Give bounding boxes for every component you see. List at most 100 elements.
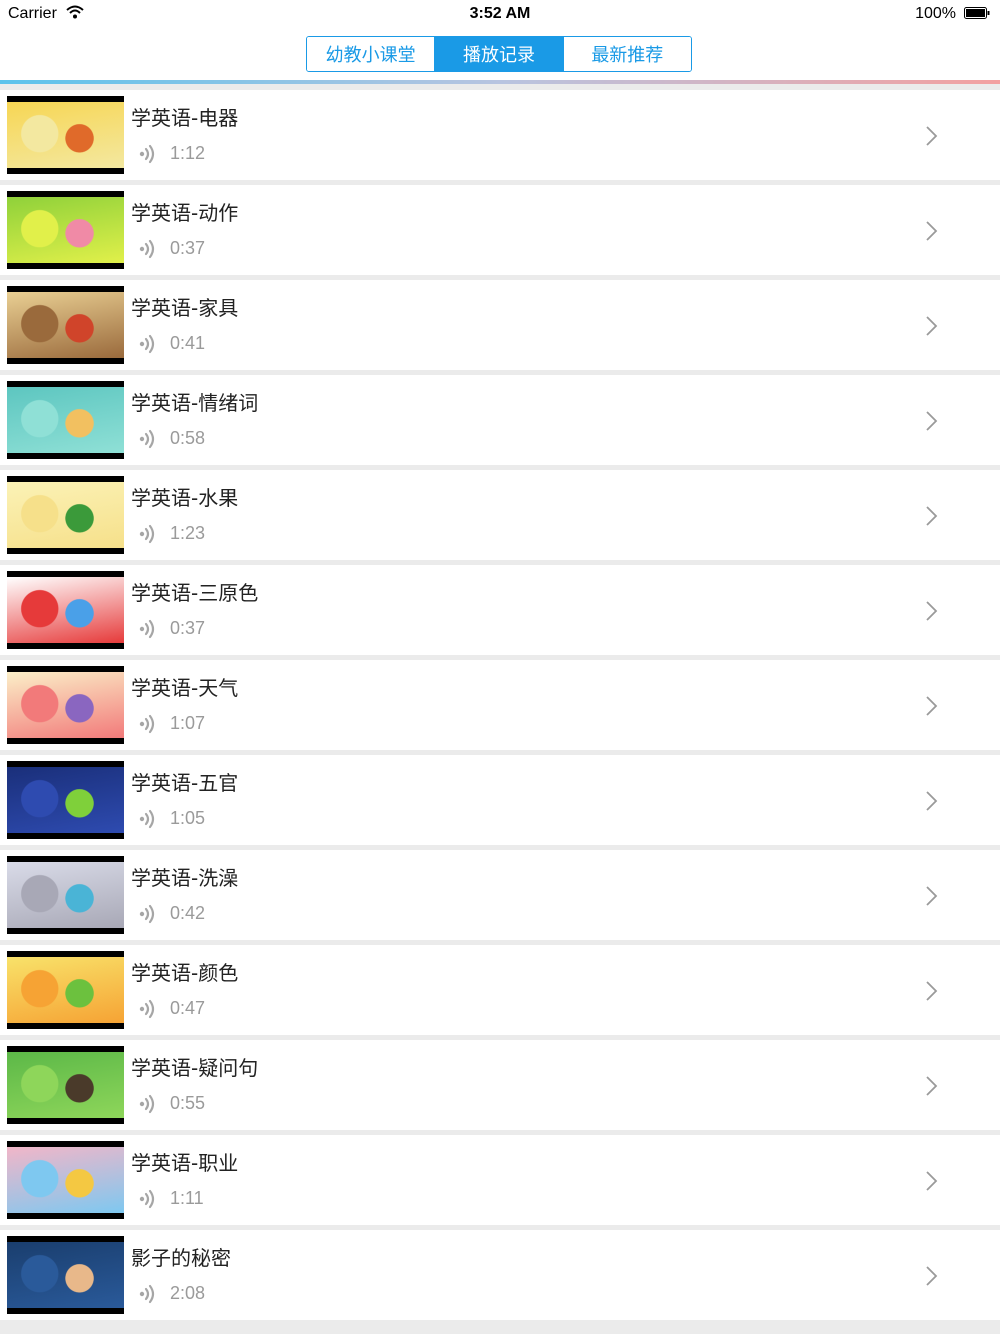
chevron-right-icon — [926, 981, 938, 1001]
video-thumbnail — [7, 1236, 124, 1314]
audio-icon — [139, 429, 155, 449]
video-title: 影子的秘密 — [131, 1246, 231, 1270]
video-duration: 2:08 — [170, 1283, 206, 1303]
video-duration: 0:47 — [170, 998, 206, 1018]
audio-icon — [139, 1094, 155, 1114]
battery-percentage: 100% — [915, 5, 956, 22]
video-title: 学英语-电器 — [131, 106, 239, 130]
video-duration: 0:37 — [170, 238, 206, 258]
tab-latest-recommendations[interactable]: 最新推荐 — [562, 37, 691, 71]
video-thumbnail — [7, 856, 124, 934]
video-title: 学英语-职业 — [131, 1151, 239, 1175]
list-item[interactable]: 影子的秘密 2:08 — [0, 1230, 1000, 1320]
thumbnail-image — [7, 1242, 124, 1308]
chevron-right-icon — [926, 506, 938, 526]
list-item[interactable]: 学英语-疑问句 0:55 — [0, 1040, 1000, 1130]
tab-kindergarten-class[interactable]: 幼教小课堂 — [307, 37, 435, 71]
audio-icon — [139, 239, 155, 259]
video-duration: 0:37 — [170, 618, 206, 638]
status-time: 3:52 AM — [469, 5, 531, 22]
video-thumbnail — [7, 761, 124, 839]
video-thumbnail — [7, 96, 124, 174]
video-thumbnail — [7, 191, 124, 269]
video-duration: 0:41 — [170, 333, 206, 353]
list-item[interactable]: 学英语-家具 0:41 — [0, 280, 1000, 370]
video-thumbnail — [7, 381, 124, 459]
chevron-right-icon — [926, 696, 938, 716]
audio-icon — [139, 144, 155, 164]
video-thumbnail — [7, 951, 124, 1029]
audio-icon — [139, 904, 155, 924]
chevron-right-icon — [926, 601, 938, 621]
video-duration: 1:11 — [170, 1188, 204, 1208]
thumbnail-image — [7, 672, 124, 738]
video-duration: 1:23 — [170, 523, 206, 543]
video-title: 学英语-动作 — [131, 201, 239, 225]
list-item[interactable]: 学英语-五官 1:05 — [0, 755, 1000, 845]
chevron-right-icon — [926, 791, 938, 811]
list-item[interactable]: 学英语-情绪词 0:58 — [0, 375, 1000, 465]
list-item[interactable]: 学英语-颜色 0:47 — [0, 945, 1000, 1035]
video-title: 学英语-情绪词 — [131, 391, 259, 415]
chevron-right-icon — [926, 411, 938, 431]
thumbnail-image — [7, 577, 124, 643]
chevron-right-icon — [926, 886, 938, 906]
video-duration: 0:42 — [170, 903, 206, 923]
audio-icon — [139, 1189, 155, 1209]
audio-icon — [139, 714, 155, 734]
status-bar: Carrier 3:52 AM 100% — [0, 0, 1000, 28]
video-duration: 0:55 — [170, 1093, 206, 1113]
thumbnail-image — [7, 292, 124, 358]
video-title: 学英语-疑问句 — [131, 1056, 259, 1080]
list-item[interactable]: 学英语-职业 1:11 — [0, 1135, 1000, 1225]
list-item[interactable]: 学英语-水果 1:23 — [0, 470, 1000, 560]
video-thumbnail — [7, 571, 124, 649]
video-thumbnail — [7, 666, 124, 744]
chevron-right-icon — [926, 316, 938, 336]
chevron-right-icon — [926, 126, 938, 146]
list-item[interactable]: 学英语-三原色 0:37 — [0, 565, 1000, 655]
video-thumbnail — [7, 476, 124, 554]
chevron-right-icon — [926, 1266, 938, 1286]
audio-icon — [139, 999, 155, 1019]
thumbnail-image — [7, 387, 124, 453]
chevron-right-icon — [926, 221, 938, 241]
navigation-bar: 幼教小课堂 播放记录 最新推荐 — [0, 28, 1000, 80]
video-title: 学英语-天气 — [131, 676, 239, 700]
video-duration: 0:58 — [170, 428, 206, 448]
list-item[interactable]: 学英语-天气 1:07 — [0, 660, 1000, 750]
video-title: 学英语-五官 — [131, 771, 239, 795]
thumbnail-image — [7, 197, 124, 263]
video-thumbnail — [7, 286, 124, 364]
nav-divider — [0, 80, 1000, 84]
video-title: 学英语-颜色 — [131, 961, 239, 985]
thumbnail-image — [7, 1147, 124, 1213]
video-title: 学英语-水果 — [131, 486, 239, 510]
video-title: 学英语-家具 — [131, 296, 239, 320]
thumbnail-image — [7, 1052, 124, 1118]
history-list: 学英语-电器 1:12 学英语-动作 0:37 学英语-家具 0:41 学英语-情绪词 0:5… — [0, 90, 1000, 1325]
thumbnail-image — [7, 862, 124, 928]
tab-play-history[interactable]: 播放记录 — [434, 37, 563, 71]
thumbnail-image — [7, 482, 124, 548]
video-title: 学英语-洗澡 — [131, 866, 239, 890]
audio-icon — [139, 524, 155, 544]
audio-icon — [139, 1284, 155, 1304]
video-thumbnail — [7, 1141, 124, 1219]
thumbnail-image — [7, 957, 124, 1023]
video-duration: 1:05 — [170, 808, 206, 828]
list-item[interactable]: 学英语-洗澡 0:42 — [0, 850, 1000, 940]
video-duration: 1:07 — [170, 713, 206, 733]
list-item[interactable]: 学英语-电器 1:12 — [0, 90, 1000, 180]
segmented-control: 幼教小课堂 播放记录 最新推荐 — [306, 36, 692, 72]
audio-icon — [139, 619, 155, 639]
thumbnail-image — [7, 102, 124, 168]
list-item[interactable]: 学英语-动作 0:37 — [0, 185, 1000, 275]
chevron-right-icon — [926, 1076, 938, 1096]
video-title: 学英语-三原色 — [131, 581, 259, 605]
video-thumbnail — [7, 1046, 124, 1124]
chevron-right-icon — [926, 1171, 938, 1191]
audio-icon — [139, 334, 155, 354]
thumbnail-image — [7, 767, 124, 833]
battery-icon — [964, 7, 990, 19]
